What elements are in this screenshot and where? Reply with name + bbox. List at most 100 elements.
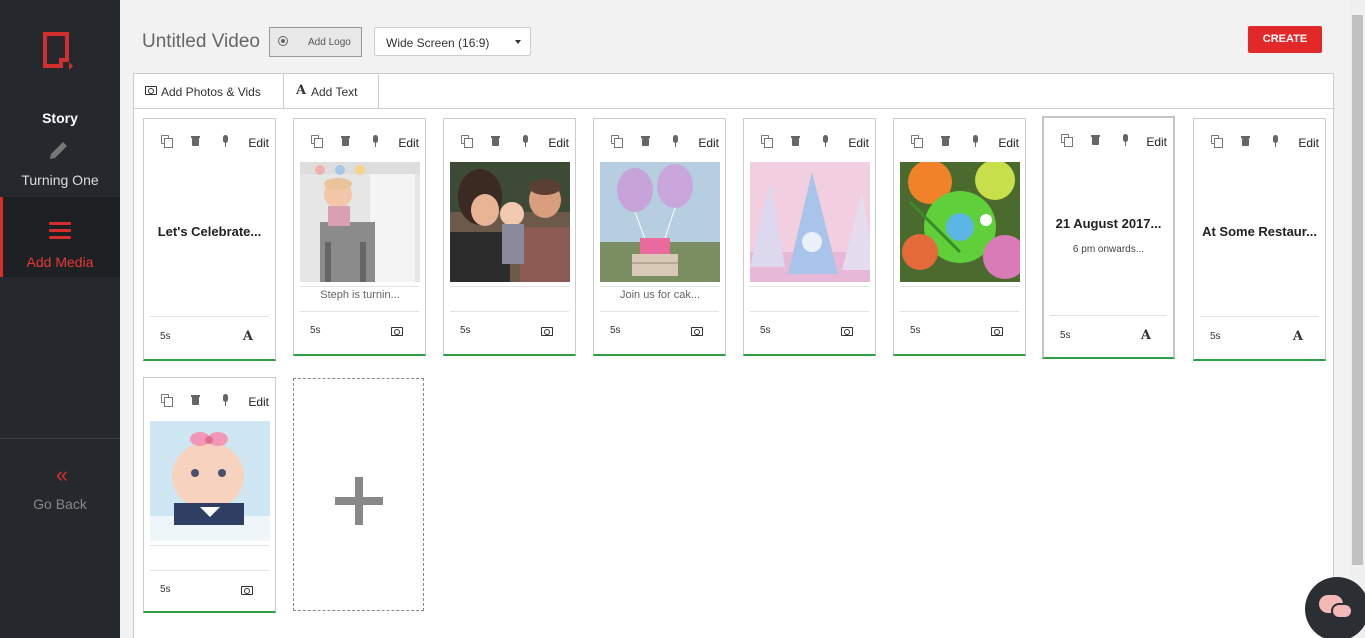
slide-card[interactable]: Edit 5s	[143, 377, 276, 613]
aspect-ratio-select[interactable]: Wide Screen (16:9)	[374, 27, 531, 56]
divider	[150, 316, 269, 317]
slide-card[interactable]: Edit At Some Restaur... 5s A	[1193, 118, 1326, 361]
camera-icon	[145, 86, 157, 95]
divider	[750, 311, 869, 312]
divider	[150, 545, 269, 546]
duplicate-icon[interactable]	[761, 135, 773, 148]
slide-actions: Edit	[144, 135, 275, 151]
slide-duration[interactable]: 5s	[310, 325, 321, 336]
trash-icon[interactable]	[340, 135, 352, 147]
slide-card[interactable]: Edit Let's Celebrate... 5s A	[143, 118, 276, 361]
camera-icon	[841, 327, 853, 336]
slide-caption: Join us for cak...	[619, 289, 701, 301]
slide-card[interactable]: Edit 21 August 2017... 6 pm onwards... 5s A	[1042, 116, 1175, 359]
edit-slide-button[interactable]: Edit	[998, 136, 1019, 150]
plus-icon-bar	[335, 497, 383, 505]
trash-icon[interactable]	[1240, 135, 1252, 147]
divider	[750, 286, 869, 287]
microphone-icon[interactable]	[220, 394, 232, 406]
add-logo-button[interactable]: Add Logo	[269, 27, 362, 57]
duplicate-icon[interactable]	[1211, 135, 1223, 148]
microphone-icon[interactable]	[670, 135, 682, 147]
slide-thumbnail	[300, 162, 420, 282]
duplicate-icon[interactable]	[161, 394, 173, 407]
slide-duration[interactable]: 5s	[1060, 330, 1071, 341]
slide-duration[interactable]: 5s	[160, 584, 171, 595]
trash-icon[interactable]	[640, 135, 652, 147]
duplicate-icon[interactable]	[611, 135, 623, 148]
microphone-icon[interactable]	[520, 135, 532, 147]
duplicate-icon[interactable]	[1061, 134, 1073, 147]
divider	[150, 570, 269, 571]
edit-slide-button[interactable]: Edit	[698, 136, 719, 150]
edit-slide-button[interactable]: Edit	[398, 136, 419, 150]
slide-actions: Edit	[144, 394, 275, 410]
slide-duration[interactable]: 5s	[910, 325, 921, 336]
divider	[300, 286, 419, 287]
nav-add-media[interactable]: Add Media	[0, 197, 120, 277]
edit-slide-button[interactable]: Edit	[248, 395, 269, 409]
add-photos-button[interactable]: Add Photos & Vids	[134, 74, 284, 109]
microphone-icon[interactable]	[1270, 135, 1282, 147]
trash-icon[interactable]	[1090, 134, 1102, 146]
create-button[interactable]: CREATE	[1248, 26, 1322, 53]
slide-card[interactable]: Edit Join us for cak... 5s	[593, 118, 726, 356]
microphone-icon[interactable]	[970, 135, 982, 147]
microphone-icon[interactable]	[1120, 134, 1132, 146]
microphone-icon[interactable]	[820, 135, 832, 147]
caret-down-icon	[515, 40, 521, 44]
page-scrollbar[interactable]	[1350, 0, 1365, 638]
video-title[interactable]: Untitled Video	[142, 31, 260, 53]
slide-card[interactable]: Edit 5s	[893, 118, 1026, 356]
add-slide-button[interactable]	[293, 378, 424, 611]
duplicate-icon[interactable]	[311, 135, 323, 148]
microphone-icon[interactable]	[370, 135, 382, 147]
storyboard-panel: Add Photos & Vids A Add Text Edit Let's C…	[133, 73, 1334, 638]
divider	[1200, 316, 1319, 317]
slide-duration[interactable]: 5s	[1210, 331, 1221, 342]
slide-card[interactable]: Edit Steph is turnin... 5s	[293, 118, 426, 356]
edit-slide-button[interactable]: Edit	[848, 136, 869, 150]
add-text-button[interactable]: A Add Text	[284, 74, 379, 109]
text-icon: A	[1140, 328, 1151, 343]
slide-duration[interactable]: 5s	[610, 325, 621, 336]
slide-heading: Let's Celebrate...	[157, 224, 262, 239]
go-back-button[interactable]: Go Back	[0, 496, 120, 512]
scrollbar-thumb[interactable]	[1352, 15, 1363, 565]
slide-duration[interactable]: 5s	[160, 331, 171, 342]
logo-upload-icon	[278, 36, 288, 46]
divider	[600, 286, 719, 287]
project-name[interactable]: Turning One	[0, 172, 120, 188]
slide-actions: Edit	[894, 135, 1025, 151]
trash-icon[interactable]	[940, 135, 952, 147]
chat-support-button[interactable]	[1305, 577, 1365, 638]
duplicate-icon[interactable]	[161, 135, 173, 148]
slide-card[interactable]: Edit 5s	[443, 118, 576, 356]
slide-thumbnail	[750, 162, 870, 282]
trash-icon[interactable]	[790, 135, 802, 147]
slide-duration[interactable]: 5s	[460, 325, 471, 336]
double-chevron-left-icon[interactable]: «	[0, 462, 120, 488]
edit-slide-button[interactable]: Edit	[248, 136, 269, 150]
divider	[900, 286, 1019, 287]
slide-duration[interactable]: 5s	[760, 325, 771, 336]
microphone-icon[interactable]	[220, 135, 232, 147]
trash-icon[interactable]	[190, 394, 202, 406]
edit-slide-button[interactable]: Edit	[548, 136, 569, 150]
slide-actions: Edit	[594, 135, 725, 151]
add-logo-label: Add Logo	[308, 37, 351, 48]
pencil-icon[interactable]	[47, 138, 71, 162]
app-logo-icon[interactable]	[43, 32, 75, 72]
duplicate-icon[interactable]	[911, 135, 923, 148]
edit-slide-button[interactable]: Edit	[1298, 136, 1319, 150]
trash-icon[interactable]	[190, 135, 202, 147]
slide-card[interactable]: Edit 5s	[743, 118, 876, 356]
divider	[900, 311, 1019, 312]
divider	[600, 311, 719, 312]
divider	[450, 286, 569, 287]
edit-slide-button[interactable]: Edit	[1146, 135, 1167, 149]
camera-icon	[241, 586, 253, 595]
nav-add-media-label: Add Media	[26, 254, 94, 270]
trash-icon[interactable]	[490, 135, 502, 147]
duplicate-icon[interactable]	[461, 135, 473, 148]
